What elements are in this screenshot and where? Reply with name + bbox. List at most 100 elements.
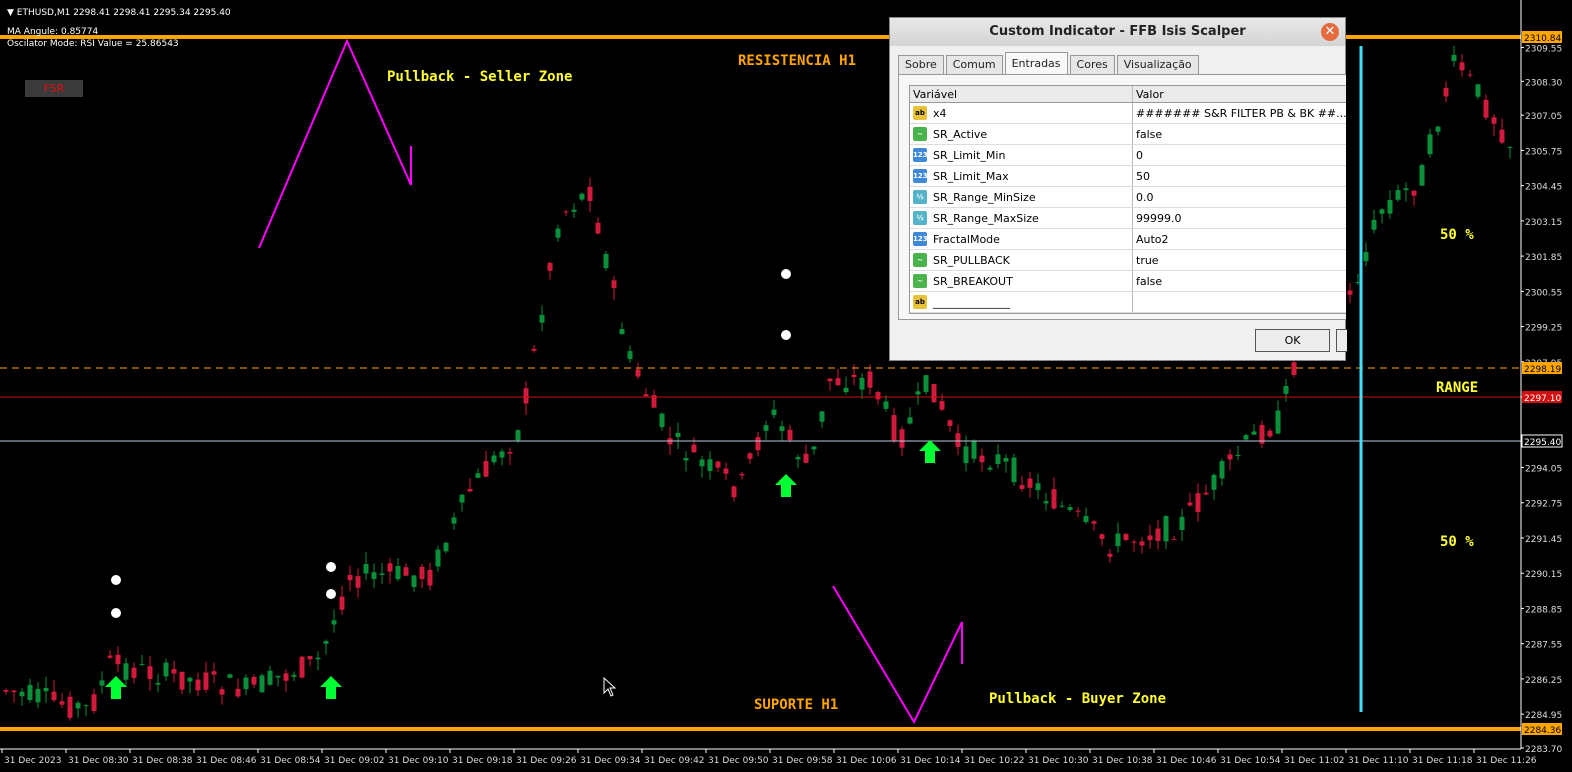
price-axis-label: 2308.30 <box>1525 78 1562 88</box>
input-value-cell[interactable]: 0 <box>1133 145 1346 165</box>
col-value-header[interactable]: Valor <box>1133 86 1346 102</box>
col-variable-header[interactable]: Variável <box>910 86 1133 102</box>
candle-body <box>1019 485 1025 489</box>
candle-body <box>1099 534 1105 539</box>
tab-sobre[interactable]: Sobre <box>898 55 944 74</box>
input-name-cell[interactable]: ~ SR_PULLBACK <box>910 250 1133 270</box>
candle-body <box>707 459 713 472</box>
candle-body <box>763 425 769 431</box>
inputs-panel: Variável Valor ab x4 ####### S&R FILTER PB… <box>898 74 1346 320</box>
dialog-title-bar[interactable]: Custom Indicator - FFB Isis Scalper ✕ <box>890 18 1345 46</box>
input-name: FractalMode <box>933 232 1000 246</box>
candle-body <box>355 576 361 588</box>
input-name-cell[interactable]: 123 SR_Limit_Max <box>910 166 1133 186</box>
candle-body <box>603 254 609 269</box>
candle-body <box>1443 87 1449 97</box>
input-name-cell[interactable]: ½ SR_Range_MinSize <box>910 187 1133 207</box>
input-value: 50 <box>1136 169 1150 183</box>
candle-body <box>1251 431 1257 435</box>
candle-body <box>563 211 569 213</box>
input-value-cell[interactable]: true <box>1133 250 1346 270</box>
input-value-cell[interactable]: ####### S&R FILTER PB & BK ##... <box>1133 103 1346 123</box>
input-row[interactable]: ½ SR_Range_MaxSize 99999.0 <box>910 208 1346 229</box>
time-axis-label: 31 Dec 11:18 <box>1412 756 1473 766</box>
input-name-cell[interactable]: ~ SR_Active <box>910 124 1133 144</box>
bool-type-icon: ~ <box>913 253 927 267</box>
candle-body <box>451 517 457 524</box>
input-value-cell[interactable]: Auto2 <box>1133 229 1346 249</box>
candle-body <box>323 641 329 644</box>
grid-header: Variável Valor <box>910 86 1346 103</box>
input-row[interactable]: ½ SR_Range_MinSize 0.0 <box>910 187 1346 208</box>
close-icon[interactable]: ✕ <box>1321 23 1339 41</box>
candle-body <box>971 440 977 459</box>
input-row[interactable]: 123 SR_Limit_Min 0 <box>910 145 1346 166</box>
fsr-button[interactable]: FSR <box>25 80 83 97</box>
fifty-percent-top-label: 50 % <box>1440 227 1474 243</box>
candle-body <box>1387 200 1393 214</box>
tab-comum[interactable]: Comum <box>945 55 1003 74</box>
seller-zone-label: Pullback - Seller Zone <box>387 69 572 85</box>
price-axis-label: 2307.05 <box>1525 112 1562 122</box>
candle-body <box>907 417 913 424</box>
time-axis-label: 31 Dec 08:38 <box>132 756 193 766</box>
candle-body <box>1139 541 1145 546</box>
candle-body <box>363 564 369 574</box>
candle-body <box>395 566 401 580</box>
candle-body <box>1051 489 1057 509</box>
cancel-button-partial[interactable] <box>1336 329 1347 352</box>
inputs-grid[interactable]: Variável Valor ab x4 ####### S&R FILTER PB… <box>909 85 1346 314</box>
input-name-cell[interactable]: ab x4 <box>910 103 1133 123</box>
candle-body <box>1203 492 1209 495</box>
tab-cores[interactable]: Cores <box>1069 55 1115 74</box>
input-row[interactable]: ab ______________ <box>910 292 1346 313</box>
input-name: SR_Active <box>933 127 988 141</box>
candle-body <box>515 430 521 441</box>
price-axis-label: 2294.05 <box>1525 465 1562 475</box>
time-axis-label: 31 Dec 09:42 <box>644 756 705 766</box>
input-name-cell[interactable]: ab ______________ <box>910 292 1133 312</box>
time-axis-label: 31 Dec 10:14 <box>900 756 961 766</box>
input-name: ______________ <box>933 295 1010 309</box>
input-row[interactable]: 123 SR_Limit_Max 50 <box>910 166 1346 187</box>
input-row[interactable]: 123 FractalMode Auto2 <box>910 229 1346 250</box>
input-value-cell[interactable]: 99999.0 <box>1133 208 1346 228</box>
tab-entradas[interactable]: Entradas <box>1004 52 1068 74</box>
input-value-cell[interactable]: false <box>1133 124 1346 144</box>
candle-body <box>747 453 753 459</box>
input-name: SR_Range_MaxSize <box>933 211 1039 225</box>
input-value-cell[interactable] <box>1133 292 1346 312</box>
input-value-cell[interactable]: 50 <box>1133 166 1346 186</box>
candle-body <box>571 209 577 212</box>
time-axis-label: 31 Dec 11:02 <box>1284 756 1345 766</box>
candle-body <box>411 575 417 587</box>
input-row[interactable]: ~ SR_BREAKOUT false <box>910 271 1346 292</box>
input-value-cell[interactable]: 0.0 <box>1133 187 1346 207</box>
candle-body <box>1067 507 1073 510</box>
candle-body <box>251 677 257 685</box>
candle-body <box>523 388 529 404</box>
candle-body <box>299 656 305 678</box>
candle-body <box>467 488 473 492</box>
input-row[interactable]: ab x4 ####### S&R FILTER PB & BK ##... <box>910 103 1346 124</box>
custom-indicator-dialog[interactable]: Custom Indicator - FFB Isis Scalper ✕ So… <box>889 17 1347 361</box>
input-value-cell[interactable]: false <box>1133 271 1346 291</box>
candle-body <box>235 688 241 697</box>
time-axis-label: 31 Dec 11:26 <box>1476 756 1537 766</box>
input-name-cell[interactable]: 123 FractalMode <box>910 229 1133 249</box>
candle-body <box>1235 455 1241 456</box>
dialog-tabs: Sobre Comum Entradas Cores Visualização <box>898 52 1201 74</box>
time-axis-label: 31 Dec 2023 <box>4 756 62 766</box>
input-row[interactable]: ~ SR_PULLBACK true <box>910 250 1346 271</box>
input-name-cell[interactable]: ½ SR_Range_MaxSize <box>910 208 1133 228</box>
candle-body <box>179 671 185 690</box>
input-row[interactable]: ~ SR_Active false <box>910 124 1346 145</box>
candle-body <box>155 682 161 685</box>
candle-body <box>1219 461 1225 479</box>
input-name-cell[interactable]: 123 SR_Limit_Min <box>910 145 1133 165</box>
input-name-cell[interactable]: ~ SR_BREAKOUT <box>910 271 1133 291</box>
candle-body <box>339 596 345 610</box>
ok-button[interactable]: OK <box>1255 329 1330 352</box>
dbl-type-icon: ½ <box>913 190 927 204</box>
tab-visualizacao[interactable]: Visualização <box>1116 55 1199 74</box>
